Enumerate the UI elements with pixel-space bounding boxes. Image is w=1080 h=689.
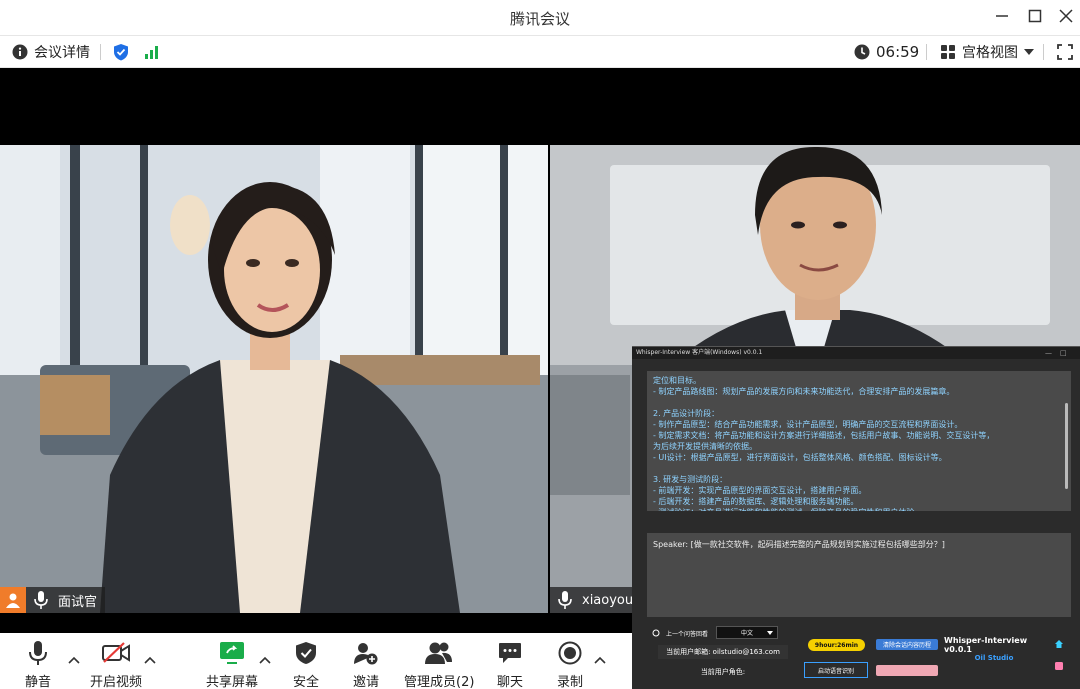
view-mode-label: 宫格视图 (962, 45, 1018, 61)
answer-line: - 制定产品路线图：规划产品的发展方向和未来功能迭代，合理安排产品的发展篇章。 (653, 387, 955, 396)
record-icon (556, 639, 584, 667)
shield-icon (292, 639, 320, 667)
answer-line: - 测试验证：对产品进行功能和性能的测试，保障产品的稳定性和用户体验。 (653, 507, 1065, 511)
share-screen-icon (218, 639, 246, 667)
brand-label: Whisper-Interview v0.0.1 (944, 636, 1028, 654)
title-bar: 腾讯会议 (0, 0, 1080, 36)
maximize-icon[interactable] (1021, 6, 1049, 30)
security-button[interactable]: 安全 (292, 639, 320, 689)
pink-action-button[interactable] (876, 665, 938, 676)
view-mode-dropdown[interactable]: 宫格视图 (940, 42, 1034, 62)
answer-line: - 制作产品原型：结合产品功能需求，设计产品原型，明确产品的交互流程和界面设计。 (653, 420, 963, 429)
user-role: 当前用户角色: (700, 668, 746, 676)
share-screen-button[interactable]: 共享屏幕 (206, 639, 258, 689)
meeting-details-button[interactable]: 会议详情 (12, 42, 90, 62)
security-shield-icon[interactable] (113, 42, 129, 62)
window-title: 腾讯会议 (509, 10, 570, 28)
chevron-down-icon (767, 631, 773, 635)
answer-line: - 制定需求文档：将产品功能和设计方案进行详细描述，包括用户故事、功能说明、交互… (653, 431, 995, 440)
mic-icon (24, 639, 52, 667)
helper-title: Whisper-Interview 客户端(Windows) v0.0.1 (636, 349, 763, 356)
minimize-icon[interactable] (988, 6, 1016, 30)
helper-footer: 上一个问答回看 中文 当前用户邮箱: oilstudio@163.com 当前用… (632, 619, 1080, 689)
prev-question-label: 上一个问答回看 (666, 630, 709, 638)
chevron-up-icon[interactable] (259, 655, 271, 665)
clear-history-button[interactable]: 清除会话内容历程 (876, 639, 938, 650)
caret-down-icon (1024, 49, 1034, 55)
answer-line: 2. 产品设计阶段： (653, 409, 720, 418)
home-icon[interactable] (1054, 639, 1064, 649)
helper-title-bar[interactable]: Whisper-Interview 客户端(Windows) v0.0.1 — … (632, 347, 1080, 359)
start-video-button[interactable]: 开启视频 (90, 639, 142, 689)
mute-button[interactable]: 静音 (24, 639, 52, 689)
mic-icon (558, 591, 572, 609)
answer-line: 为后续开发提供清晰的依据。 (653, 442, 757, 451)
chevron-up-icon[interactable] (144, 655, 156, 665)
timer-text: 06:59 (876, 43, 920, 61)
interviewer-video-image (0, 145, 548, 613)
chat-label: 聊天 (496, 675, 523, 689)
answer-line (653, 397, 1065, 408)
participant-name: xiaoyou (582, 592, 634, 608)
settings-icon[interactable] (1054, 661, 1064, 671)
meeting-info-bar: 会议详情 06:59 宫格视图 (0, 36, 1080, 68)
record-label: 录制 (556, 675, 583, 689)
manage-members-button[interactable]: 管理成员(2) (404, 639, 474, 689)
answer-line (653, 463, 1065, 474)
speaker-transcript: Speaker: [做一款社交软件，起码描述完整的产品规划到实施过程包括哪些部分… (647, 533, 1071, 617)
info-icon (12, 44, 28, 60)
language-value: 中文 (740, 630, 753, 637)
meeting-details-label: 会议详情 (34, 45, 90, 61)
usage-timer-badge: 9hour:26min (808, 639, 865, 651)
manage-members-label: 管理成员(2) (404, 675, 475, 689)
chat-icon (496, 639, 524, 667)
video-feed-interviewer (0, 145, 548, 613)
network-signal-icon[interactable] (144, 42, 160, 62)
studio-label: Oil Studio (974, 654, 1014, 662)
invite-button[interactable]: 邀请 (352, 639, 380, 689)
minimize-icon[interactable]: — (1045, 347, 1052, 359)
close-icon[interactable] (1052, 6, 1080, 30)
answer-line: 定位和目标。 (653, 376, 701, 385)
meeting-toolbar: 静音 开启视频 共享屏幕 安全 邀请 管理成员(2) 聊天 录制 (0, 633, 632, 689)
meeting-timer: 06:59 (854, 42, 919, 62)
share-screen-label: 共享屏幕 (206, 675, 259, 689)
history-icon (652, 629, 660, 637)
maximize-icon[interactable]: □ (1060, 347, 1067, 359)
camera-off-icon (102, 639, 130, 667)
members-icon (425, 639, 453, 667)
whisper-interview-window[interactable]: Whisper-Interview 客户端(Windows) v0.0.1 — … (632, 346, 1080, 689)
record-button[interactable]: 录制 (556, 639, 584, 689)
answer-line: 3. 研发与测试阶段： (653, 475, 728, 484)
language-select[interactable]: 中文 (716, 626, 778, 639)
avatar-icon (0, 587, 26, 613)
chevron-up-icon[interactable] (594, 655, 606, 665)
fullscreen-icon[interactable] (1057, 42, 1073, 62)
start-video-label: 开启视频 (90, 675, 143, 689)
answer-line: - 后端开发：搭建产品的数据库、逻辑处理和服务端功能。 (653, 497, 859, 506)
video-tile-interviewer[interactable]: 面试官 (0, 145, 548, 613)
answer-scrollbar[interactable] (1065, 403, 1068, 489)
start-recognition-button[interactable]: 启动语音识别 (804, 662, 868, 678)
security-label: 安全 (292, 675, 319, 689)
clock-icon (854, 44, 870, 60)
participant-nametag: 面试官 (0, 587, 106, 613)
invite-label: 邀请 (352, 675, 379, 689)
meeting-app: 腾讯会议 会议详情 06:59 宫格视图 面试官 xiaoyou 静音 开启视频… (0, 0, 1080, 689)
participant-name: 面试官 (58, 594, 98, 610)
answer-panel: 定位和目标。 - 制定产品路线图：规划产品的发展方向和未来功能迭代，合理安排产品… (647, 371, 1071, 511)
speaker-text: Speaker: [做一款社交软件，起码描述完整的产品规划到实施过程包括哪些部分… (653, 540, 945, 549)
answer-line: - UI设计：根据产品原型，进行界面设计，包括整体风格、颜色搭配、图标设计等。 (653, 453, 947, 462)
chevron-up-icon[interactable] (68, 655, 80, 665)
mute-label: 静音 (24, 675, 51, 689)
chat-button[interactable]: 聊天 (496, 639, 524, 689)
mic-icon (34, 591, 48, 609)
answer-lines: 定位和目标。 - 制定产品路线图：规划产品的发展方向和未来功能迭代，合理安排产品… (653, 375, 1065, 511)
grid-view-icon (941, 45, 955, 59)
user-email: 当前用户邮箱: oilstudio@163.com (658, 645, 788, 659)
invite-icon (352, 639, 380, 667)
participant-nametag: xiaoyou (550, 587, 642, 613)
answer-line: - 前端开发：实现产品原型的界面交互设计，搭建用户界面。 (653, 486, 867, 495)
